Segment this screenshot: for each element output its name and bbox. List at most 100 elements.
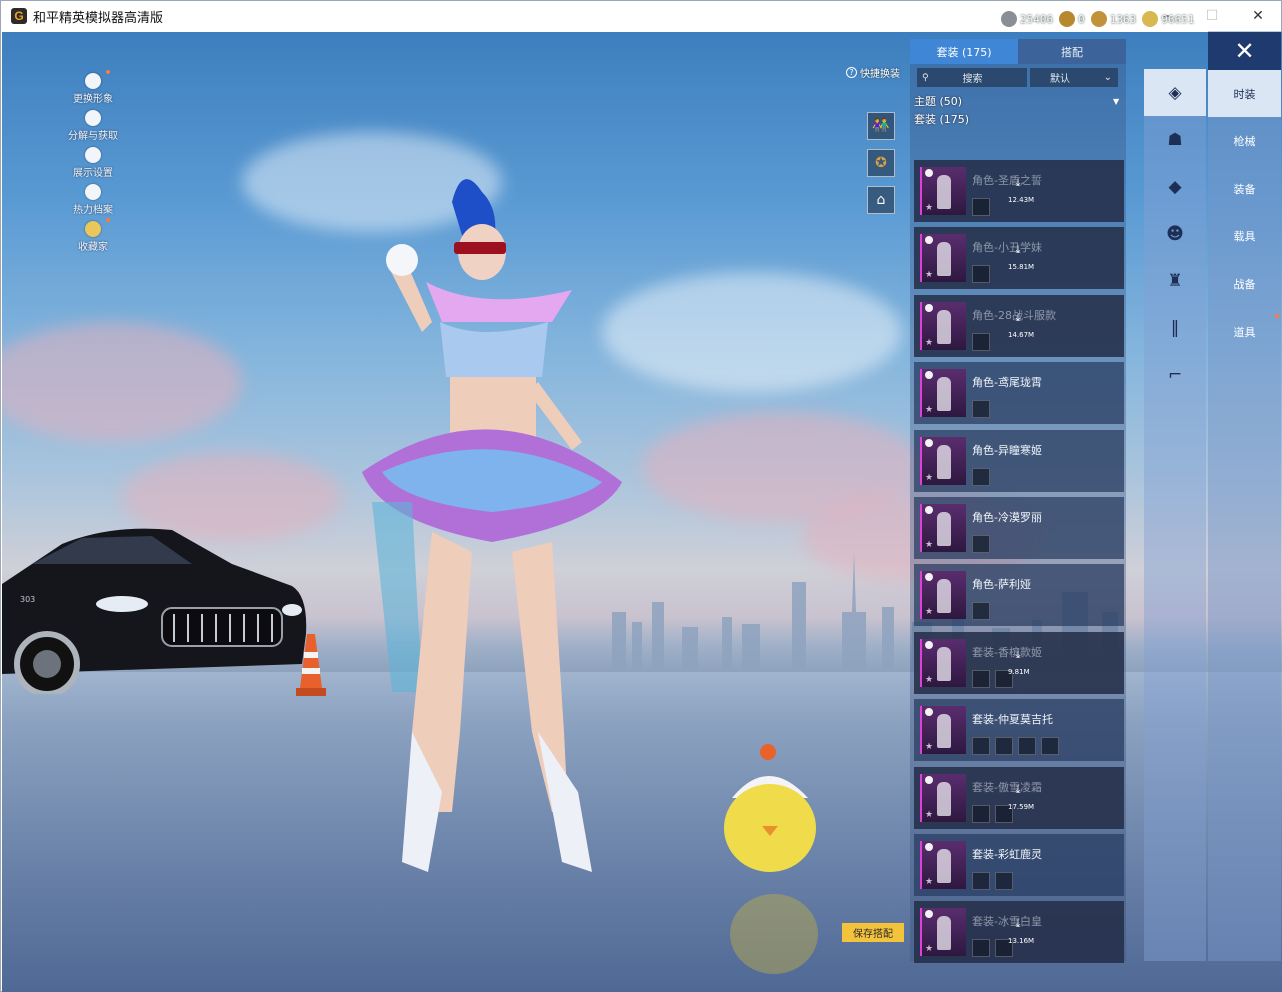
menu-label: 展示设置 xyxy=(73,168,113,179)
notification-dot xyxy=(106,218,110,222)
download-icon[interactable]: ⤓ xyxy=(1010,649,1026,660)
pants-icon[interactable]: ‖ xyxy=(1144,304,1206,351)
outfit-thumbnail: ★ xyxy=(920,302,966,350)
category-tab[interactable]: 载具 xyxy=(1208,213,1281,260)
maximize-button[interactable]: ☐ xyxy=(1189,1,1235,31)
outfit-part-icon[interactable] xyxy=(972,198,990,216)
sort-label: 默认 xyxy=(1050,74,1070,85)
change-avatar-button[interactable]: 更换形象 xyxy=(58,68,128,105)
emblem-icon[interactable]: ✪ xyxy=(867,149,895,177)
outfit-hat-icon[interactable]: ◈ xyxy=(1144,69,1206,116)
outfit-thumbnail: ★ xyxy=(920,639,966,687)
theme-filter[interactable]: 主题 (50) xyxy=(914,93,962,109)
outfit-item[interactable]: ★ 角色-异瞳寒姬 xyxy=(914,430,1124,492)
figure-icon xyxy=(937,849,951,883)
outfit-part-icon[interactable] xyxy=(972,805,990,823)
close-icon[interactable]: ✕ xyxy=(1208,32,1281,70)
outfit-item[interactable]: ★ 角色-冷漠罗丽 xyxy=(914,497,1124,559)
cloud xyxy=(2,322,242,442)
outfit-item[interactable]: ★ 套装-香槟款姬 ⤓ 9.81M xyxy=(914,632,1124,694)
heat-profile-button[interactable]: 热力档案 xyxy=(58,179,128,216)
figure-icon xyxy=(937,782,951,816)
outfit-part-icon[interactable] xyxy=(995,872,1013,890)
outfit-item[interactable]: ★ 套装-仲夏莫吉托 xyxy=(914,699,1124,761)
close-window-button[interactable]: ✕ xyxy=(1235,1,1281,31)
tab-combos[interactable]: 搭配 xyxy=(1018,39,1126,64)
shoes-icon[interactable]: ⌐ xyxy=(1144,351,1206,398)
backpack-icon[interactable]: ◆ xyxy=(1144,163,1206,210)
outfit-name: 角色-萨利娅 xyxy=(972,578,1031,591)
outfit-item[interactable]: ★ 套装-彩虹鹿灵 xyxy=(914,834,1124,896)
outfit-part-icon[interactable] xyxy=(972,468,990,486)
category-tab[interactable]: 战备 xyxy=(1208,260,1281,307)
display-settings-button[interactable]: 展示设置 xyxy=(58,142,128,179)
outfit-part-icon[interactable] xyxy=(972,939,990,957)
star-icon: ★ xyxy=(925,473,934,483)
sort-dropdown[interactable]: 默认 ⌄ xyxy=(1030,68,1118,87)
currency-value: 96651 xyxy=(1161,12,1195,26)
outfit-name: 角色-冷漠罗丽 xyxy=(972,511,1042,524)
dropdown-arrow-icon[interactable]: ▼ xyxy=(1113,97,1119,106)
top-icon[interactable]: ♜ xyxy=(1144,257,1206,304)
outfit-part-icon[interactable] xyxy=(972,265,990,283)
outfit-item[interactable]: ★ 套装-冰雪白皇 ⤓ 13.16M xyxy=(914,901,1124,963)
outfit-pair-icon[interactable]: 👫 xyxy=(867,112,895,140)
category-tab[interactable]: 枪械 xyxy=(1208,118,1281,165)
outfit-name: 套装-傲雪凌霜 xyxy=(972,781,1042,794)
outfit-item[interactable]: ★ 角色-圣盾之誓 ⤓ 12.43M xyxy=(914,160,1124,222)
outfit-part-icon[interactable] xyxy=(972,737,990,755)
outfit-part-icon[interactable] xyxy=(972,400,990,418)
currency-gear[interactable]: 25406 xyxy=(1001,11,1053,27)
badge-icon xyxy=(925,304,933,312)
outfit-part-icon[interactable] xyxy=(972,602,990,620)
category-tab[interactable]: 装备 xyxy=(1208,165,1281,212)
outfit-part-icon[interactable] xyxy=(972,333,990,351)
currency-medal[interactable]: 1363 xyxy=(1090,11,1136,27)
currency-bar: 25406 0 1363 96651 xyxy=(1001,10,1194,28)
outfit-part-icon[interactable] xyxy=(1018,737,1036,755)
emulator-window: G 和平精英模拟器高清版 – ☐ ✕ 303 更换形象 分解与获取 展示设置 热… xyxy=(0,0,1282,992)
outfit-thumbnail: ★ xyxy=(920,571,966,619)
collector-button[interactable]: 收藏家 xyxy=(58,216,128,253)
tab-suits[interactable]: 套装 (175) xyxy=(910,39,1018,64)
outfit-part-icon[interactable] xyxy=(972,872,990,890)
menu-label: 更换形象 xyxy=(73,94,113,105)
download-icon[interactable]: ⤓ xyxy=(1010,918,1026,929)
coin-currency-icon xyxy=(1059,11,1076,27)
download-icon[interactable]: ⤓ xyxy=(1010,312,1026,323)
outfit-thumbnail: ★ xyxy=(920,774,966,822)
character-icon[interactable]: ☗ xyxy=(1144,116,1206,163)
figure-icon xyxy=(937,242,951,276)
search-input[interactable]: ⚲ 搜索 xyxy=(917,68,1027,87)
outfit-part-icon[interactable] xyxy=(972,670,990,688)
figure-icon xyxy=(937,377,951,411)
category-tab[interactable]: 时装 xyxy=(1208,70,1281,117)
outfit-item[interactable]: ★ 角色-28战斗服款 ⤓ 14.67M xyxy=(914,295,1124,357)
quick-change[interactable]: ? 快捷换装 xyxy=(846,65,900,80)
menu-label: 分解与获取 xyxy=(68,131,118,142)
outfit-part-icon[interactable] xyxy=(1041,737,1059,755)
traffic-cone xyxy=(296,634,326,696)
outfit-thumbnail: ★ xyxy=(920,369,966,417)
decompose-button[interactable]: 分解与获取 xyxy=(58,105,128,142)
category-tab[interactable]: 道具 xyxy=(1208,308,1281,355)
window-title: 和平精英模拟器高清版 xyxy=(33,10,164,26)
wardrobe-icon[interactable]: ⌂ xyxy=(867,186,895,214)
mask-icon[interactable]: ☻ xyxy=(1144,210,1206,257)
chick-pet xyxy=(724,744,818,974)
save-outfit-button[interactable]: 保存搭配 xyxy=(842,923,904,942)
outfit-part-icon[interactable] xyxy=(972,535,990,553)
download-icon[interactable]: ⤓ xyxy=(1010,244,1026,255)
outfit-part-icon[interactable] xyxy=(995,737,1013,755)
figure-icon xyxy=(937,175,951,209)
outfit-item[interactable]: ★ 角色-小丑学妹 ⤓ 15.81M xyxy=(914,227,1124,289)
outfit-item[interactable]: ★ 角色-萨利娅 xyxy=(914,564,1124,626)
outfit-item[interactable]: ★ 套装-傲雪凌霜 ⤓ 17.59M xyxy=(914,767,1124,829)
download-icon[interactable]: ⤓ xyxy=(1010,177,1026,188)
currency-gold[interactable]: 96651 xyxy=(1142,11,1194,27)
suit-filter[interactable]: 套装 (175) xyxy=(914,111,969,127)
currency-coin[interactable]: 0 xyxy=(1059,11,1085,27)
download-icon[interactable]: ⤓ xyxy=(1010,784,1026,795)
category-label: 道具 xyxy=(1233,325,1256,339)
outfit-item[interactable]: ★ 角色-鸢尾珑霄 xyxy=(914,362,1124,424)
